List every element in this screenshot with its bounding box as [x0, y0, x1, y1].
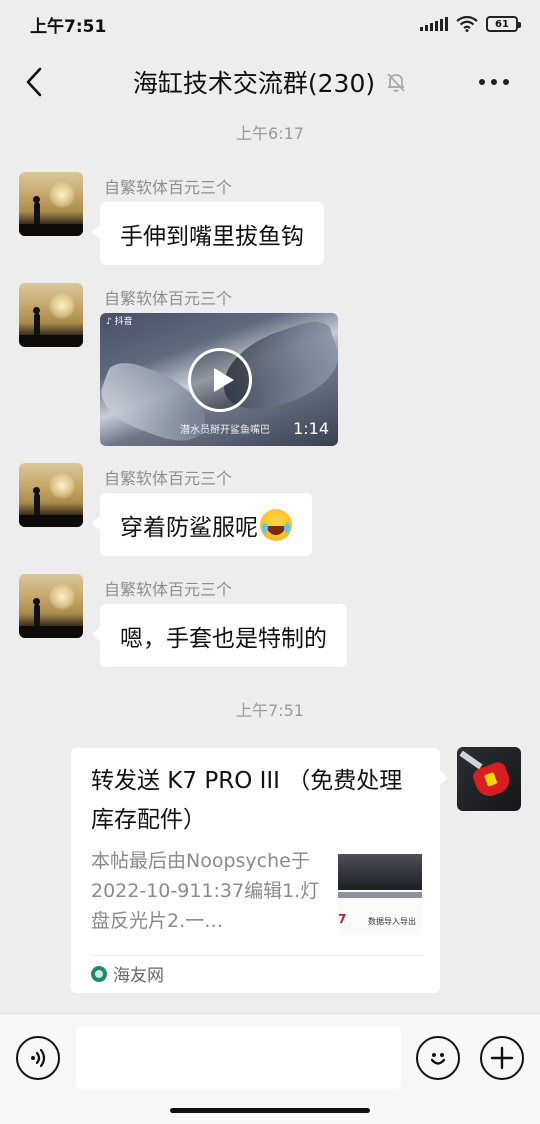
- plus-icon: [490, 1046, 514, 1070]
- tiktok-logo: ♪ 抖音: [106, 317, 133, 327]
- more-functions-button[interactable]: [480, 1036, 524, 1080]
- video-caption: 潜水员掰开鲨鱼嘴巴: [180, 425, 270, 436]
- sender-name: 自繁软体百元三个: [104, 178, 233, 197]
- message-text: 穿着防鲨服呢: [120, 514, 258, 541]
- thumb-brand: 7: [338, 912, 347, 926]
- home-indicator[interactable]: [170, 1108, 370, 1113]
- sender-name: 自繁软体百元三个: [104, 469, 233, 488]
- link-title: 转发送 K7 PRO III （免费处理库存配件）: [91, 768, 403, 833]
- battery-level: 61: [495, 18, 509, 30]
- more-dots-icon: [479, 79, 485, 85]
- source-name: 海友网: [113, 966, 164, 986]
- play-icon[interactable]: [188, 348, 252, 412]
- time-divider: 上午6:17: [236, 124, 304, 143]
- video-message[interactable]: ♪ 抖音 潜水员掰开鲨鱼嘴巴 1:14: [100, 313, 338, 446]
- chat-title: 海缸技术交流群(230): [132, 69, 376, 98]
- time-divider: 上午7:51: [236, 701, 304, 720]
- back-arrow-icon: [26, 67, 42, 97]
- more-options-button[interactable]: [472, 62, 516, 102]
- status-bar: 上午7:51 61: [0, 0, 540, 48]
- link-thumbnail: 7 数据导入导出: [338, 854, 422, 934]
- laughing-tears-emoji-icon: [260, 508, 292, 541]
- signal-icon: [420, 17, 448, 31]
- smiley-icon: [430, 1053, 446, 1065]
- bell-muted-icon: [387, 73, 405, 92]
- wifi-icon: [456, 16, 478, 32]
- message-text: 嗯，手套也是特制的: [120, 625, 327, 652]
- link-description: 本帖最后由Noopsyche于2022-10-911:37编辑1.灯盘反光片2.…: [91, 850, 320, 932]
- divider: [91, 955, 423, 956]
- avatar[interactable]: [19, 172, 83, 236]
- text-bubble[interactable]: 嗯，手套也是特制的: [92, 604, 347, 667]
- emoji-button[interactable]: [416, 1036, 460, 1080]
- back-button[interactable]: [16, 62, 52, 102]
- message-input[interactable]: [76, 1026, 401, 1089]
- avatar[interactable]: [19, 283, 83, 347]
- status-icons: 61: [420, 16, 521, 32]
- sender-name: 自繁软体百元三个: [104, 289, 233, 308]
- avatar[interactable]: [19, 463, 83, 527]
- thumb-text: 数据导入导出: [368, 917, 416, 926]
- status-time: 上午7:51: [30, 16, 107, 37]
- message-text: 手伸到嘴里拔鱼钩: [120, 223, 304, 250]
- sender-name: 自繁软体百元三个: [104, 580, 233, 599]
- voice-icon: [31, 1048, 46, 1068]
- my-avatar[interactable]: [457, 747, 521, 811]
- text-bubble[interactable]: 穿着防鲨服呢: [92, 493, 312, 556]
- text-bubble[interactable]: 手伸到嘴里拔鱼钩: [92, 202, 324, 265]
- avatar[interactable]: [19, 574, 83, 638]
- link-source: 海友网: [91, 961, 164, 986]
- battery-icon: 61: [486, 16, 521, 32]
- video-duration: 1:14: [293, 419, 329, 438]
- chat-header: 海缸技术交流群(230): [0, 48, 540, 116]
- voice-button[interactable]: [16, 1036, 60, 1080]
- link-card[interactable]: 转发送 K7 PRO III （免费处理库存配件） 本帖最后由Noopsyche…: [71, 748, 448, 993]
- source-logo-icon: [91, 965, 107, 982]
